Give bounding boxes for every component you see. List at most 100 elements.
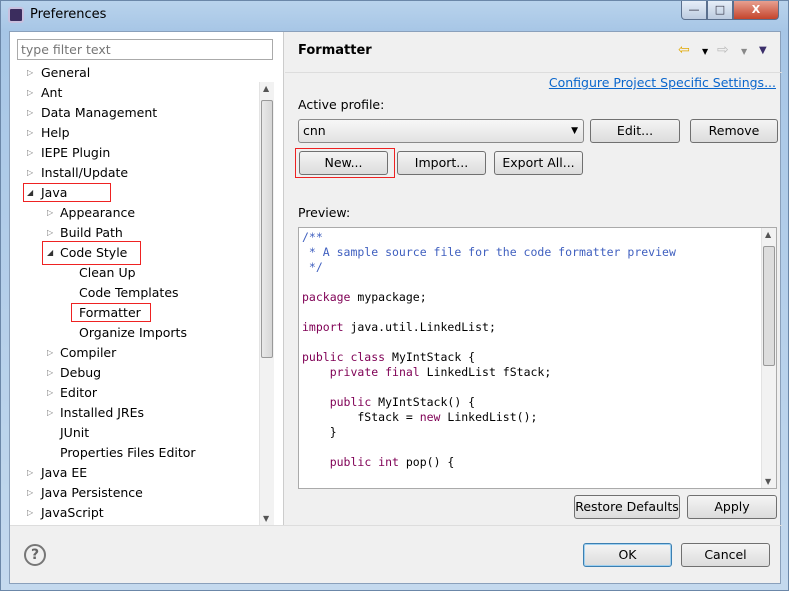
scroll-down-icon[interactable]: ▼: [263, 514, 269, 523]
tree-item[interactable]: ▷ Compiler: [10, 344, 258, 362]
tree-item[interactable]: Properties Files Editor: [10, 444, 258, 462]
tree-item-label: Build Path: [60, 225, 123, 240]
code-line: /**: [302, 230, 676, 245]
preferences-window: Preferences — □ X ▷ General ▷ Ant ▷ Data Mana…: [0, 0, 789, 591]
tree-item[interactable]: ▷ JavaScript: [10, 504, 258, 522]
tree-item[interactable]: Organize Imports: [10, 324, 258, 342]
restore-defaults-button[interactable]: Restore Defaults: [574, 495, 680, 519]
tree-item[interactable]: ▷ Data Management: [10, 104, 258, 122]
remove-button[interactable]: Remove: [690, 119, 778, 143]
tree-item[interactable]: ▷ General: [10, 64, 258, 82]
scroll-up-icon[interactable]: ▲: [765, 230, 771, 239]
tree-item-label: Code Templates: [79, 285, 179, 300]
filter-input[interactable]: [17, 39, 273, 60]
tree-item-label: Java Persistence: [41, 485, 143, 500]
profile-select[interactable]: cnn ▼: [298, 119, 584, 143]
code-line: */: [302, 260, 676, 275]
view-menu-icon[interactable]: ▼: [759, 45, 767, 56]
code-token: MyIntStack {: [385, 350, 476, 364]
code-comment: * A sample source file for the code form…: [302, 245, 676, 259]
forward-history-dropdown-icon[interactable]: ▼: [741, 47, 747, 56]
tree-item[interactable]: ▷ Java Persistence: [10, 484, 258, 502]
tree-item-label: Clean Up: [79, 265, 136, 280]
collapsed-arrow-icon[interactable]: ▷: [47, 344, 53, 362]
code-keyword: private final: [329, 365, 420, 379]
cancel-button[interactable]: Cancel: [681, 543, 770, 567]
tree-item[interactable]: ▷ Build Path: [10, 224, 258, 242]
code-line: private final LinkedList fStack;: [302, 365, 676, 380]
code-keyword: package: [302, 290, 351, 304]
chevron-down-icon: ▼: [571, 126, 578, 136]
collapsed-arrow-icon[interactable]: ▷: [27, 104, 33, 122]
tree-item-label: Ant: [41, 85, 63, 100]
collapsed-arrow-icon[interactable]: ▷: [27, 84, 33, 102]
tree-item-label: JUnit: [60, 425, 90, 440]
collapsed-arrow-icon[interactable]: ▷: [27, 464, 33, 482]
maximize-button[interactable]: □: [707, 1, 733, 20]
code-token: fStack =: [302, 410, 420, 424]
forward-arrow-icon[interactable]: ⇨: [717, 42, 729, 58]
import-button[interactable]: Import...: [397, 151, 486, 175]
back-history-dropdown-icon[interactable]: ▼: [702, 47, 708, 56]
code-keyword: public: [329, 395, 372, 409]
scroll-up-icon[interactable]: ▲: [263, 84, 269, 93]
collapsed-arrow-icon[interactable]: ▷: [27, 124, 33, 142]
minimize-button[interactable]: —: [681, 1, 707, 20]
eclipse-icon: [8, 7, 24, 23]
code-keyword: public class: [302, 350, 386, 364]
preference-tree-panel: ▷ General ▷ Ant ▷ Data Management ▷ Help ▷ IEPE P…: [10, 32, 284, 525]
configure-project-settings-link[interactable]: Configure Project Specific Settings...: [549, 75, 776, 90]
dialog-body: ▷ General ▷ Ant ▷ Data Management ▷ Help ▷ IEPE P…: [9, 31, 782, 584]
collapsed-arrow-icon[interactable]: ▷: [47, 404, 53, 422]
code-comment: */: [302, 260, 323, 274]
edit-button[interactable]: Edit...: [590, 119, 680, 143]
apply-button[interactable]: Apply: [687, 495, 777, 519]
tree-item[interactable]: ▷ IEPE Plugin: [10, 144, 258, 162]
collapsed-arrow-icon[interactable]: ▷: [27, 164, 33, 182]
tree-item[interactable]: ▷ Help: [10, 124, 258, 142]
export-all-button[interactable]: Export All...: [494, 151, 583, 175]
close-button[interactable]: X: [733, 1, 779, 20]
collapsed-arrow-icon[interactable]: ▷: [47, 364, 53, 382]
code-keyword: import: [302, 320, 344, 334]
formatter-page: Formatter ⇦ ▼ ⇨ ▼ ▼ Configure Project Sp…: [285, 32, 782, 525]
tree-item[interactable]: JUnit: [10, 424, 258, 442]
tree-item[interactable]: ▷ Install/Update: [10, 164, 258, 182]
tree-item[interactable]: ▷ Ant: [10, 84, 258, 102]
scroll-thumb[interactable]: [763, 246, 775, 366]
red-highlight-box: [42, 241, 141, 265]
scroll-thumb[interactable]: [261, 100, 273, 358]
window-title: Preferences: [30, 7, 107, 22]
collapsed-arrow-icon[interactable]: ▷: [47, 224, 53, 242]
tree-item[interactable]: Code Templates: [10, 284, 258, 302]
back-arrow-icon[interactable]: ⇦: [678, 42, 690, 58]
preview-label: Preview:: [298, 205, 351, 220]
tree-item-label: Java EE: [41, 465, 88, 480]
collapsed-arrow-icon[interactable]: ▷: [47, 384, 53, 402]
tree-item-label: Help: [41, 125, 70, 140]
code-preview: /** * A sample source file for the code …: [298, 227, 777, 489]
tree-scrollbar[interactable]: ▲ ▼: [259, 82, 274, 525]
tree-item[interactable]: ▷ Debug: [10, 364, 258, 382]
preview-scrollbar[interactable]: ▲ ▼: [761, 228, 776, 488]
code-comment: /**: [302, 230, 323, 244]
tree-item[interactable]: ▷ Appearance: [10, 204, 258, 222]
tree-item-label: Editor: [60, 385, 97, 400]
code-token: }: [302, 425, 337, 439]
scroll-down-icon[interactable]: ▼: [765, 477, 771, 486]
tree-item[interactable]: ▷ Java EE: [10, 464, 258, 482]
collapsed-arrow-icon[interactable]: ▷: [27, 504, 33, 522]
collapsed-arrow-icon[interactable]: ▷: [27, 484, 33, 502]
collapsed-arrow-icon[interactable]: ▷: [27, 64, 33, 82]
tree-item[interactable]: ▷ Editor: [10, 384, 258, 402]
help-icon[interactable]: ?: [24, 544, 46, 566]
collapsed-arrow-icon[interactable]: ▷: [27, 144, 33, 162]
tree-item[interactable]: Clean Up: [10, 264, 258, 282]
ok-button[interactable]: OK: [583, 543, 672, 567]
tree-item-label: Data Management: [41, 105, 158, 120]
collapsed-arrow-icon[interactable]: ▷: [47, 204, 53, 222]
tree-item[interactable]: ▷ Installed JREs: [10, 404, 258, 422]
